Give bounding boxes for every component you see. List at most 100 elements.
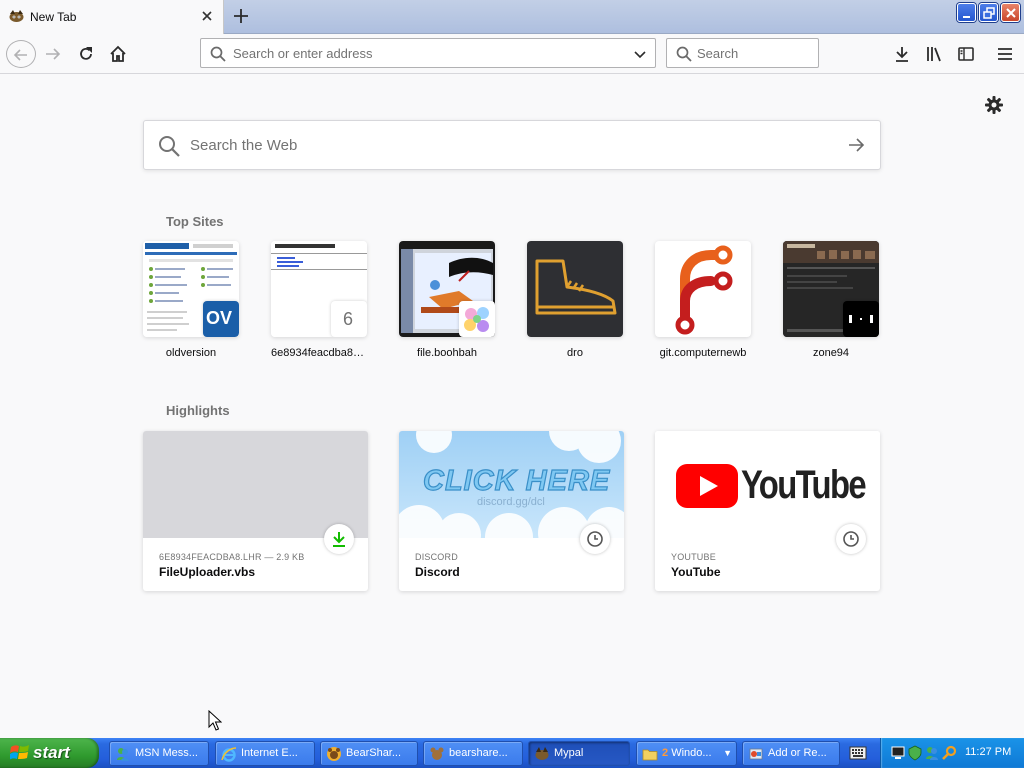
taskbar-internet-explorer[interactable]: Internet E... [215,741,315,766]
site-screenshot: OV [143,241,239,337]
close-icon[interactable] [198,7,216,25]
restore-button[interactable] [979,3,998,22]
downloads-button[interactable] [888,40,916,68]
youtube-wordmark: YouTube [741,463,867,507]
add-remove-icon [749,748,763,760]
site-screenshot [655,241,751,337]
taskbar-windows-group[interactable]: 2 Windo... ▼ [636,741,737,766]
highlight-card-fileuploader[interactable]: 6E8934FEACDBA8.LHR — 2.9 KB FileUploader… [143,431,368,591]
forward-button[interactable] [39,40,67,68]
sidebar-icon [958,47,974,61]
search-icon [210,46,226,62]
highlight-image: CLICK HERE discord.gg/dcl [399,431,624,538]
site-label: oldversion [165,347,217,359]
taskbar-mypal[interactable]: Mypal [528,741,630,766]
download-icon [333,532,345,547]
taskbar-msn-messenger[interactable]: MSN Mess... [109,741,209,766]
highlight-title: FileUploader.vbs [159,565,256,579]
search-input[interactable] [697,39,815,67]
taskbar-add-or-remove[interactable]: Add or Re... [742,741,840,766]
reload-button[interactable] [72,40,100,68]
highlight-badge [580,524,610,554]
forward-arrow-icon [46,48,61,60]
windows-logo-icon [10,745,29,760]
search-icon [159,136,180,157]
new-tab-button[interactable] [229,5,253,27]
boot-icon [535,259,617,315]
reload-icon [80,47,92,60]
web-search-box[interactable] [143,120,881,170]
minimize-button[interactable] [957,3,976,22]
banner-subtext: discord.gg/dcl [477,496,545,508]
back-button[interactable] [6,40,36,68]
hamburger-menu-icon [998,48,1012,60]
windows-taskbar: start MSN Mess... Internet E... BearShar… [0,738,1024,768]
site-favicon: 6 [331,301,367,337]
keyboard-icon[interactable] [849,746,867,760]
highlight-context: 6E8934FEACDBA8.LHR — 2.9 KB [159,552,305,562]
site-label: git.computernewb [659,347,747,359]
top-site-zone94[interactable]: zone94 [783,241,879,359]
ie-icon [221,747,237,762]
top-site-file-boohbah[interactable]: file.boohbah [399,241,495,359]
site-favicon [843,301,879,337]
home-icon [110,45,126,62]
gitea-logo-icon [675,245,733,335]
zone94-favicon [849,315,873,323]
arrow-right-icon[interactable] [847,136,865,154]
gear-icon[interactable] [983,94,1005,116]
top-sites-heading: Top Sites [166,214,224,229]
address-bar[interactable] [200,38,656,68]
highlight-image [143,431,368,538]
start-button[interactable]: start [0,738,99,768]
site-favicon: OV [203,301,239,337]
youtube-play-icon [676,464,738,508]
boohbah-favicon [464,307,489,332]
bearshare-icon [327,747,341,761]
highlight-title: Discord [415,565,460,579]
library-button[interactable] [920,40,948,68]
search-tray-icon[interactable] [941,745,957,761]
menu-button[interactable] [991,40,1019,68]
top-site-oldversion[interactable]: OV oldversion [143,241,239,359]
highlight-context: DISCORD [415,552,458,562]
tab-title: New Tab [30,10,77,24]
taskbar-button-label: BearShar... [346,747,402,759]
clock: 11:27 PM [965,746,1012,758]
highlight-image: YouTube [655,431,880,538]
clock-icon [587,531,603,547]
tab-new-tab[interactable]: New Tab [0,0,224,34]
site-screenshot [399,241,495,337]
chevron-down-icon[interactable] [633,47,647,61]
search-bar[interactable] [666,38,819,68]
messenger-tray-icon[interactable] [924,745,940,761]
sidebar-button[interactable] [952,40,980,68]
window-close-button[interactable] [1001,3,1020,22]
site-label: file.boohbah [417,347,477,359]
web-search-input[interactable] [190,121,830,169]
taskbar-button-label: Windo... [671,747,712,759]
highlight-badge [324,524,354,554]
top-site-dro[interactable]: dro [527,241,623,359]
highlight-card-discord[interactable]: CLICK HERE discord.gg/dcl DISCORD Discor… [399,431,624,591]
highlights-heading: Highlights [166,403,230,418]
site-label: 6e8934feacdba8.l... [271,347,367,359]
start-label: start [33,743,70,762]
address-input[interactable] [233,39,623,67]
taskbar-bearshare-file[interactable]: bearshare... [423,741,523,766]
home-button[interactable] [104,40,132,68]
top-site-git-computernewb[interactable]: git.computernewb [655,241,751,359]
msn-icon [117,748,129,761]
site-label: dro [567,347,583,359]
security-icon[interactable] [907,745,923,761]
top-site-6e8934[interactable]: 6 6e8934feacdba8.l... [271,241,367,359]
network-icon[interactable] [890,745,906,761]
highlight-card-youtube[interactable]: YouTube YOUTUBE YouTube [655,431,880,591]
download-icon [896,47,908,62]
taskbar-bearshare[interactable]: BearShar... [320,741,418,766]
search-icon [676,46,692,62]
highlight-badge [836,524,866,554]
taskbar-button-label: MSN Mess... [135,747,198,759]
library-icon [927,47,941,62]
bearshare-file-icon [430,747,444,760]
